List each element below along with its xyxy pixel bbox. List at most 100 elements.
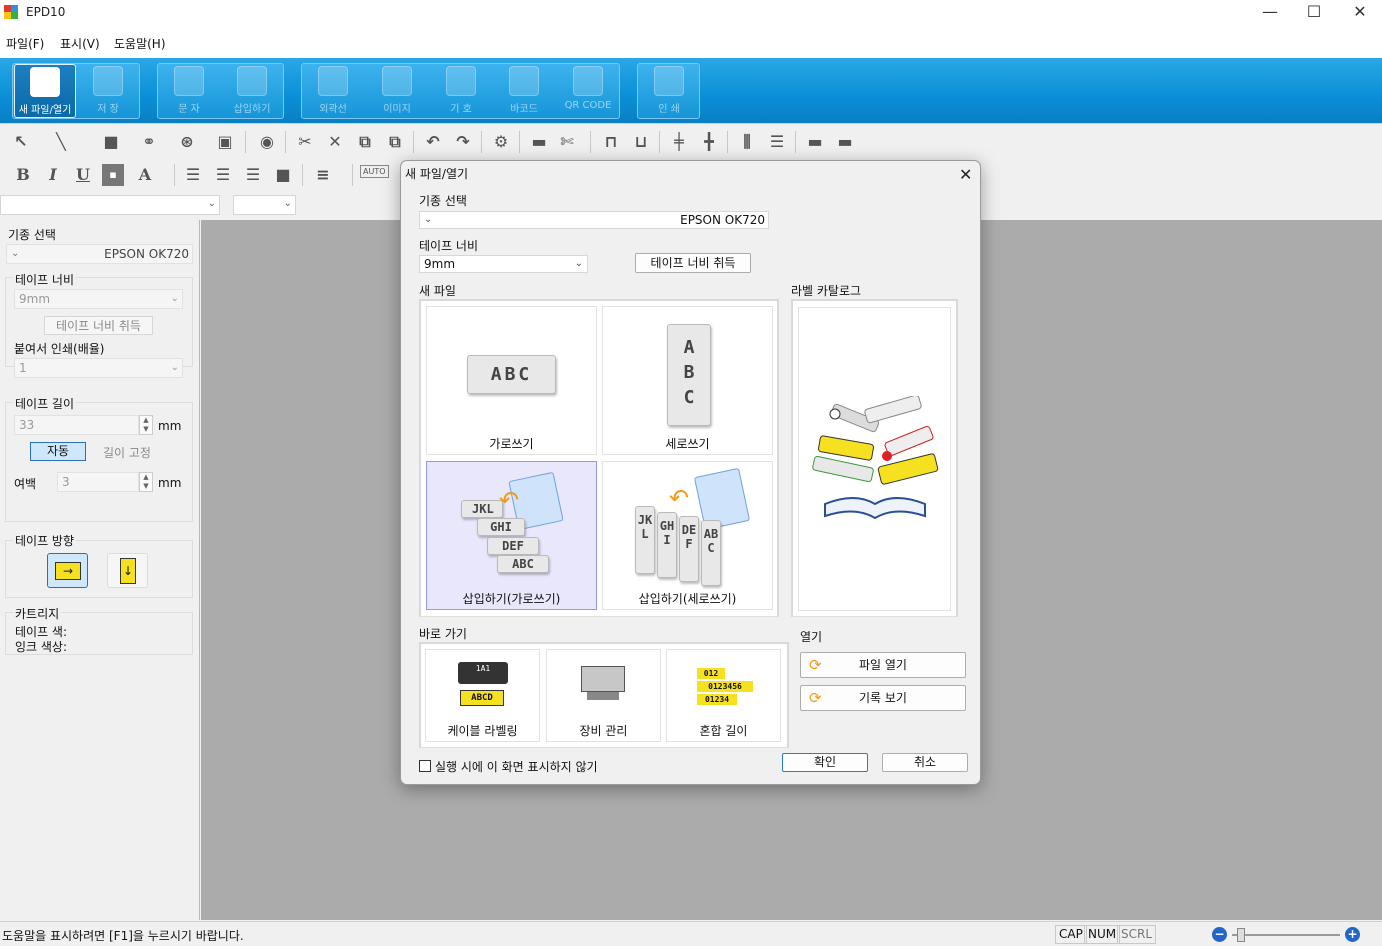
align-center-text-icon[interactable]: ☰ [212, 164, 234, 186]
save-button[interactable]: 저 장 [77, 64, 139, 118]
bold-button[interactable]: B [12, 164, 34, 186]
zoom-slider[interactable] [1232, 934, 1340, 936]
maximize-button[interactable]: ☐ [1291, 0, 1337, 26]
insert-sample-row: JKL [461, 500, 503, 518]
italic-button[interactable]: I [42, 164, 64, 186]
qrcode-label: QR CODE [564, 100, 612, 111]
pointer-icon[interactable]: ↖ [10, 131, 32, 153]
menu-view[interactable]: 표시(V) [60, 35, 100, 52]
ok-button[interactable]: 확인 [782, 753, 868, 772]
vertical-direction-button[interactable]: ↓ [107, 553, 148, 588]
undo-icon[interactable]: ↶ [422, 131, 444, 153]
label-catalog-tile[interactable] [798, 307, 951, 611]
fixed-length-button[interactable]: 길이 고정 [103, 444, 151, 461]
zoom-in-icon[interactable]: + [1345, 927, 1360, 942]
rotate-icon[interactable]: ⊛ [176, 131, 198, 153]
align-top-icon[interactable]: ⊓ [600, 131, 622, 153]
tape-length-input[interactable]: 33 [14, 415, 139, 435]
outline-text-button[interactable]: ▪ [102, 164, 124, 186]
qrcode-button[interactable]: QR CODE [557, 64, 619, 118]
open-file-button[interactable]: ⟳ 파일 열기 [800, 652, 966, 678]
cable-labeling-tile[interactable]: 1A1 ABCD 케이블 라벨링 [425, 649, 540, 742]
align-right-icon[interactable]: ☰ [242, 164, 264, 186]
align-left-icon[interactable]: ☰ [182, 164, 204, 186]
menu-help[interactable]: 도움말(H) [114, 35, 166, 52]
margin-input[interactable]: 3 [57, 472, 139, 492]
copies-value: 1 [19, 361, 27, 375]
symbol-button[interactable]: 기 호 [430, 64, 492, 118]
align-bottom-icon[interactable]: ⊔ [630, 131, 652, 153]
ribbon: 새 파일/열기 저 장 문 자 삽입하기 외곽선 이미지 기 호 바코드 QR … [0, 58, 1382, 124]
new-open-button[interactable]: 새 파일/열기 [14, 64, 76, 118]
frame-button[interactable]: 외곽선 [302, 64, 364, 118]
margin-spinner[interactable]: ▲ ▼ [139, 472, 153, 492]
dialog-close-button[interactable]: ✕ [959, 165, 972, 184]
cut-icon[interactable]: ✂ [294, 131, 316, 153]
horizontal-direction-button[interactable]: → [47, 553, 88, 588]
cancel-button[interactable]: 취소 [882, 753, 968, 772]
dialog-tape-width-combo[interactable]: 9mm ⌄ [419, 255, 588, 273]
tape-width-combo[interactable]: 9mm ⌄ [14, 289, 183, 309]
mixed-length-tile[interactable]: 012 0123456 01234 혼합 길이 [666, 649, 781, 742]
settings-icon[interactable]: ⚙ [490, 131, 512, 153]
horizontal-tile[interactable]: ABC 가로쓰기 [426, 306, 597, 455]
close-window-button[interactable]: ✕ [1337, 0, 1382, 26]
mixed-length-caption: 혼합 길이 [699, 724, 748, 738]
left-panel: 기종 선택 ⌄ EPSON OK720 테이프 너비 9mm ⌄ 테이프 너비 … [0, 220, 200, 920]
dialog-get-width-button[interactable]: 테이프 너비 취득 [635, 253, 751, 273]
rectangle-icon[interactable]: ■ [100, 131, 122, 153]
font-combo[interactable]: ⌄ [0, 195, 220, 215]
align-center-icon[interactable]: ╪ [668, 131, 690, 153]
tape-left-icon[interactable]: ▬ [804, 131, 826, 153]
chevron-down-icon: ⌄ [170, 362, 179, 373]
save-label: 저 장 [97, 104, 119, 115]
insert-horizontal-tile[interactable]: JKL GHI DEF ABC ↶ 삽입하기(가로쓰기) [426, 461, 597, 610]
mixed-sample-medium: 01234 [697, 694, 737, 705]
print-button[interactable]: 인 쇄 [638, 64, 700, 118]
tape-cut-icon[interactable]: ✄ [556, 131, 578, 153]
model-combo[interactable]: ⌄ EPSON OK720 [6, 244, 193, 264]
tape-icon[interactable]: ▬ [528, 131, 550, 153]
cartridge-label: 카트리지 [13, 605, 62, 622]
distribute-h-icon[interactable]: ⫼ [736, 131, 758, 153]
insert-vertical-tile[interactable]: JKL GHI DEF ABC ↶ 삽입하기(세로쓰기) [602, 461, 773, 610]
tape-length-value: 33 [19, 418, 35, 432]
duplicate-icon[interactable]: ⧉ [384, 131, 406, 153]
cap-indicator: CAP [1055, 925, 1087, 944]
zoom-out-icon[interactable]: − [1212, 927, 1227, 942]
history-button[interactable]: ⟳ 기록 보기 [800, 685, 966, 711]
paste-icon[interactable]: ▣ [214, 131, 236, 153]
minimize-button[interactable]: — [1247, 0, 1293, 26]
app-icon [4, 5, 18, 19]
tape-length-spinner[interactable]: ▲ ▼ [139, 415, 153, 435]
dont-show-checkbox[interactable] [419, 760, 431, 772]
dialog-model-combo[interactable]: ⌄ EPSON OK720 [419, 211, 769, 229]
tape-right-icon[interactable]: ▬ [834, 131, 856, 153]
text-direction-icon[interactable]: ≡ [312, 164, 334, 186]
font-effect-button[interactable]: A [134, 164, 156, 186]
copies-combo[interactable]: 1 ⌄ [14, 358, 183, 378]
underline-button[interactable]: U [72, 164, 94, 186]
distribute-v-icon[interactable]: ☰ [766, 131, 788, 153]
redo-icon[interactable]: ↷ [452, 131, 474, 153]
vertical-tile[interactable]: A B C 세로쓰기 [602, 306, 773, 455]
size-combo[interactable]: ⌄ [233, 195, 296, 215]
image-button[interactable]: 이미지 [366, 64, 428, 118]
auto-size-button[interactable]: AUTO [360, 165, 389, 178]
align-middle-icon[interactable]: ╋ [698, 131, 720, 153]
ungroup-icon[interactable]: ⚭ [138, 131, 160, 153]
text-button[interactable]: 문 자 [158, 64, 220, 118]
barcode-button[interactable]: 바코드 [493, 64, 555, 118]
auto-length-button[interactable]: 자동 [30, 442, 86, 461]
fill-icon[interactable]: ◉ [256, 131, 278, 153]
get-tape-width-button[interactable]: 테이프 너비 취득 [44, 316, 153, 335]
equipment-management-tile[interactable]: 장비 관리 [546, 649, 661, 742]
line-icon[interactable]: ╲ [50, 131, 72, 153]
insert-button[interactable]: 삽입하기 [221, 64, 283, 118]
copy-icon[interactable]: ⧉ [354, 131, 376, 153]
separator [795, 131, 796, 153]
zoom-slider-thumb[interactable] [1237, 928, 1245, 942]
delete-icon[interactable]: ✕ [324, 131, 346, 153]
justify-icon[interactable]: ■ [272, 164, 294, 186]
menu-file[interactable]: 파일(F) [6, 35, 44, 52]
